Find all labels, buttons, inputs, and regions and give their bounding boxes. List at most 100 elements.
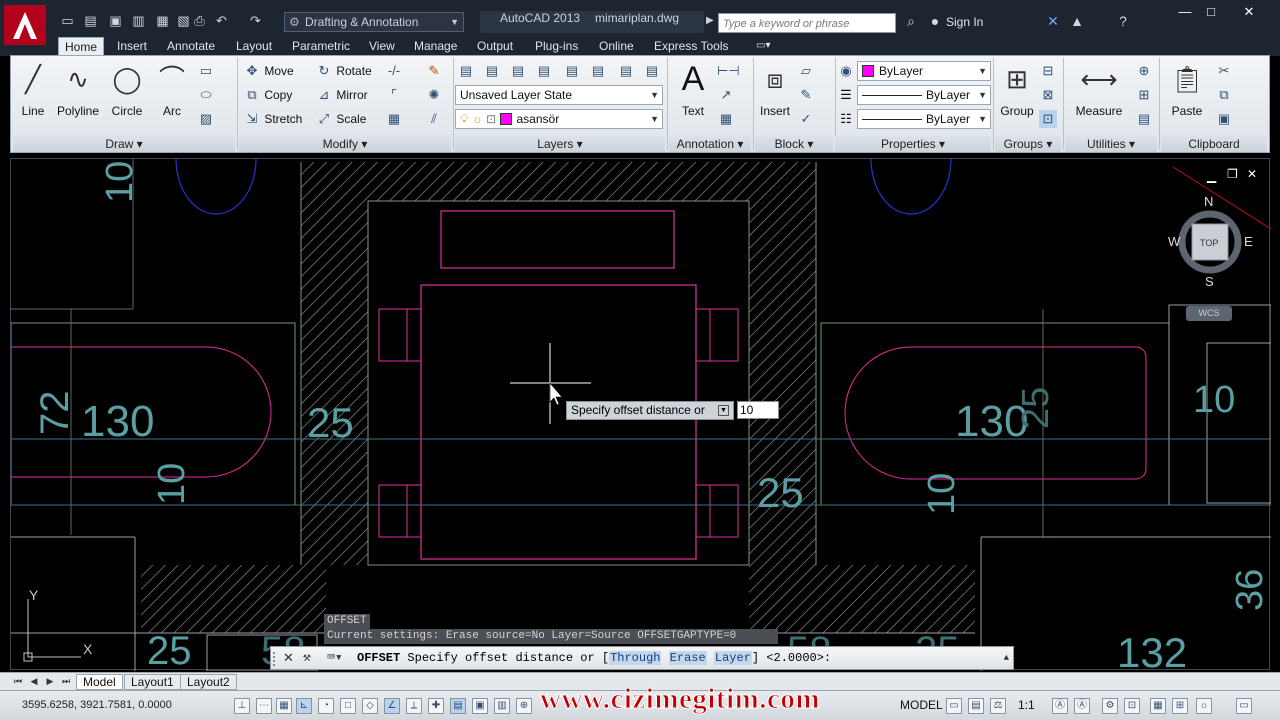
viewcube-top[interactable]: TOP <box>1200 238 1218 248</box>
hardware-acceleration-icon[interactable]: ▦ <box>1150 698 1166 714</box>
minimize-button[interactable]: — <box>1172 2 1198 22</box>
layers-panel-title[interactable]: Layers ▾ <box>455 136 665 152</box>
modify-panel-title[interactable]: Modify ▾ <box>239 136 451 152</box>
select-all-icon[interactable]: ⊞ <box>1135 86 1153 104</box>
tab-parametric[interactable]: Parametric <box>286 37 356 56</box>
coordinates-readout[interactable]: 3595.6258, 3921.7581, 0.0000 <box>22 699 172 711</box>
attribute-icon[interactable]: ✓ <box>797 110 815 128</box>
quick-select-icon[interactable]: ⊕ <box>1135 62 1153 80</box>
lineweight-toggle-icon[interactable]: ▤ <box>450 698 466 714</box>
cut-icon[interactable]: ✂ <box>1215 62 1233 80</box>
wrench-icon[interactable]: ⚒ <box>303 647 311 669</box>
annotation-panel-title[interactable]: Annotation ▾ <box>669 136 751 152</box>
annotation-scale-icon[interactable]: ⚖ <box>990 698 1006 714</box>
measure-button[interactable]: ⟷ Measure <box>1073 58 1125 134</box>
tab-manage[interactable]: Manage <box>408 37 463 56</box>
circle-button[interactable]: ◯ Circle <box>107 58 147 134</box>
draw-panel-title[interactable]: Draw ▾ <box>13 136 235 152</box>
save-icon[interactable]: ▣ <box>108 13 123 28</box>
model-space-toggle[interactable]: MODEL <box>900 698 943 712</box>
viewport-minimize-icon[interactable]: ▁ <box>1207 169 1216 183</box>
clipboard-panel-title[interactable]: Clipboard <box>1161 136 1267 152</box>
search-input[interactable]: Type a keyword or phrase <box>718 13 896 33</box>
lightbulb-icon[interactable]: ☼ <box>1196 698 1212 714</box>
clean-screen-icon[interactable]: ▭ <box>1236 698 1252 714</box>
viewport-close-icon[interactable]: ✕ <box>1247 167 1257 181</box>
group-edit-icon[interactable]: ⊠ <box>1039 86 1057 104</box>
tab-express-tools[interactable]: Express Tools <box>648 37 734 56</box>
otrack-icon[interactable]: ∠ <box>384 698 400 714</box>
prompt-icon[interactable]: ⌨▾ <box>327 647 343 669</box>
undo-icon[interactable]: ↶ <box>214 13 229 28</box>
chevron-down-icon[interactable]: ▼ <box>718 405 729 416</box>
option-through[interactable]: Through <box>609 651 662 665</box>
sign-in-button[interactable]: Sign In <box>946 15 983 29</box>
save-as-icon[interactable]: ▥ <box>131 13 146 28</box>
workspace-switch-icon[interactable]: ⚙ <box>1102 698 1118 714</box>
ungroup-icon[interactable]: ⊟ <box>1039 62 1057 80</box>
quick-view-layouts-icon[interactable]: ▭ <box>946 698 962 714</box>
ribbon-toggle-icon[interactable]: ▭▾ <box>750 37 776 56</box>
color-dropdown[interactable]: ByLayer ▼ <box>857 61 991 81</box>
open-icon[interactable]: ▤ <box>83 13 98 28</box>
viewcube-south[interactable]: S <box>1205 274 1214 289</box>
autodesk-icon[interactable]: ▲ <box>1068 13 1086 29</box>
utilities-panel-title[interactable]: Utilities ▾ <box>1065 136 1157 152</box>
annotation-visibility-icon[interactable]: Ⓐ <box>1052 698 1068 714</box>
workspace-icon[interactable]: ▧ <box>176 13 191 28</box>
leader-icon[interactable]: ↗ <box>717 86 735 104</box>
close-button[interactable]: ✕ <box>1236 2 1262 22</box>
next-tab-icon[interactable]: ▶ <box>44 675 56 688</box>
selection-cycling-icon[interactable]: ⊕ <box>516 698 532 714</box>
polar-icon[interactable]: ◔ <box>318 698 334 714</box>
option-erase[interactable]: Erase <box>668 651 707 665</box>
match-properties-icon[interactable]: ◉ <box>837 62 855 80</box>
maximize-button[interactable]: □ <box>1198 2 1224 22</box>
layer-match-icon[interactable]: ▤ <box>483 62 501 80</box>
snap-icon[interactable]: ⋯ <box>256 698 272 714</box>
insert-button[interactable]: ⧈ Insert <box>757 58 793 134</box>
workspace-dropdown[interactable]: ⚙ Drafting & Annotation ▼ <box>284 12 464 32</box>
match-clip-icon[interactable]: ▣ <box>1215 110 1233 128</box>
tab-model[interactable]: Model <box>76 674 123 690</box>
rotate-button[interactable]: ↻ Rotate <box>315 61 372 81</box>
groups-panel-title[interactable]: Groups ▾ <box>995 136 1061 152</box>
offset-icon[interactable]: ⫽ <box>425 110 443 128</box>
viewcube-north[interactable]: N <box>1204 194 1213 209</box>
viewcube-west[interactable]: W <box>1168 234 1180 249</box>
tab-online[interactable]: Online <box>593 37 640 56</box>
auto-scale-icon[interactable]: Ⓐ <box>1074 698 1090 714</box>
viewcube[interactable]: TOP N S E W <box>1168 194 1253 289</box>
properties-panel-title[interactable]: Properties ▾ <box>835 136 991 152</box>
viewcube-east[interactable]: E <box>1244 234 1253 249</box>
copy-button[interactable]: ⧉ Copy <box>243 85 292 105</box>
create-block-icon[interactable]: ▱ <box>797 62 815 80</box>
3d-osnap-icon[interactable]: ◇ <box>362 698 378 714</box>
tab-insert[interactable]: Insert <box>111 37 153 56</box>
prev-tab-icon[interactable]: ◀ <box>28 675 40 688</box>
layer-state-dropdown[interactable]: Unsaved Layer State ▼ <box>455 85 663 105</box>
quick-view-drawings-icon[interactable]: ▤ <box>968 698 984 714</box>
transparency-icon[interactable]: ▣ <box>472 698 488 714</box>
arc-button[interactable]: ⌒ Arc <box>153 58 191 134</box>
paste-button[interactable]: 📋︎ Paste <box>1165 58 1209 134</box>
dynamic-input-icon[interactable]: ✚ <box>428 698 444 714</box>
binoculars-icon[interactable]: ⌕ <box>902 13 920 30</box>
polyline-button[interactable]: ∿ Polyline <box>53 58 103 134</box>
layer-freeze-icon[interactable]: ▤ <box>563 62 581 80</box>
edit-block-icon[interactable]: ✎ <box>797 86 815 104</box>
fillet-icon[interactable]: ⌜ <box>385 86 403 104</box>
hatch-icon[interactable]: ▨ <box>197 110 215 128</box>
expand-arrow-icon[interactable]: ▶ <box>706 15 714 26</box>
group-button[interactable]: ⊞ Group <box>997 58 1037 134</box>
calculator-icon[interactable]: ▤ <box>1135 110 1153 128</box>
block-panel-title[interactable]: Block ▾ <box>755 136 833 152</box>
grid-icon[interactable]: ▦ <box>276 698 292 714</box>
tab-output[interactable]: Output <box>471 37 519 56</box>
stretch-button[interactable]: ⇲ Stretch <box>243 109 303 129</box>
application-menu-button[interactable] <box>4 5 46 45</box>
close-icon[interactable]: ✕ <box>283 647 294 669</box>
dynamic-input-field[interactable]: 10 <box>737 401 779 419</box>
tab-layout2[interactable]: Layout2 <box>180 674 237 690</box>
osnap-icon[interactable]: □ <box>340 698 356 714</box>
